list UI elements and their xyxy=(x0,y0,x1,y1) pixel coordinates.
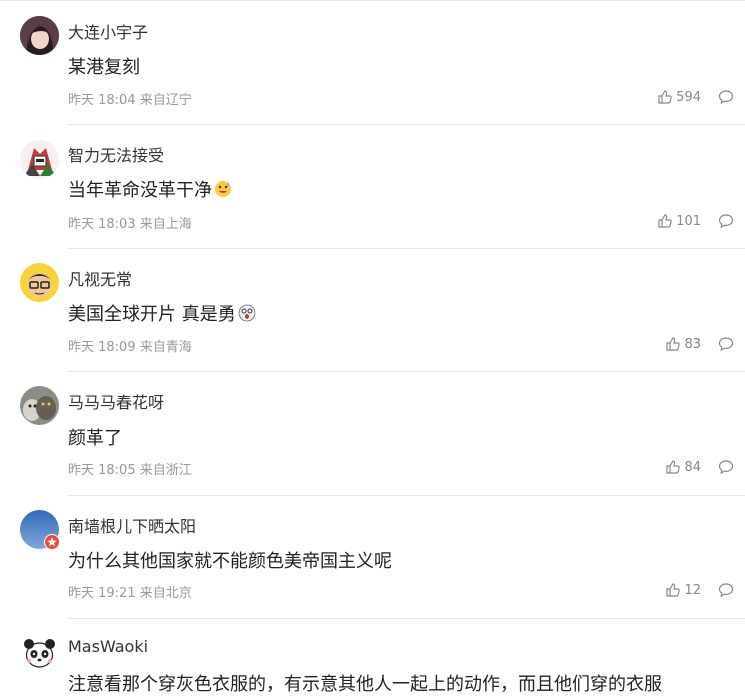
thumbs-up-icon xyxy=(658,214,672,228)
divider xyxy=(68,248,745,249)
comment-meta: 昨天 18:04 来自辽宁 xyxy=(68,93,192,108)
comment-text: 美国全球开片 真是勇 xyxy=(68,300,257,328)
like-count: 12 xyxy=(684,582,701,598)
glasses-cartoon-avatar-icon xyxy=(20,263,59,302)
comment-meta: 昨天 19:21 来自北京 xyxy=(68,586,192,601)
divider xyxy=(68,495,745,496)
comment-meta: 昨天 18:09 来自青海 xyxy=(68,340,192,355)
anime-girl-avatar-icon xyxy=(20,16,59,55)
panda-cartoon-avatar-icon xyxy=(20,633,59,672)
avatar[interactable] xyxy=(20,263,59,302)
thumbs-up-icon xyxy=(666,337,681,351)
username[interactable]: 凡视无常 xyxy=(68,266,132,290)
thumbs-up-icon xyxy=(666,583,681,597)
divider xyxy=(68,371,745,372)
username[interactable]: MasWaoki xyxy=(68,637,148,656)
comment-text: 为什么其他国家就不能颜色美帝国主义呢 xyxy=(68,551,392,572)
comment-text: 颜革了 xyxy=(68,428,122,449)
divider xyxy=(68,618,745,619)
shocked-cartoon-emoji-icon xyxy=(237,303,257,328)
reply-bubble-icon[interactable] xyxy=(718,336,734,352)
gundam-robot-avatar-icon xyxy=(20,140,59,179)
like-button[interactable]: 594 xyxy=(657,89,701,105)
avatar[interactable] xyxy=(20,386,59,425)
username[interactable]: 马马马春花呀 xyxy=(68,389,164,413)
like-count: 83 xyxy=(684,336,701,352)
comment-text: 注意看那个穿灰色衣服的，有示意其他人一起上的动作，而且他们穿的衣服 xyxy=(68,674,662,695)
avatar[interactable] xyxy=(20,510,60,550)
cats-photo-avatar-icon xyxy=(20,386,59,425)
avatar[interactable] xyxy=(20,633,59,672)
thumbs-up-icon xyxy=(658,90,672,104)
reply-bubble-icon[interactable] xyxy=(718,89,734,105)
username[interactable]: 南墙根儿下晒太阳 xyxy=(68,513,196,537)
reply-bubble-icon[interactable] xyxy=(718,459,734,475)
comment-text: 某港复刻 xyxy=(68,57,140,78)
divider xyxy=(68,124,745,125)
like-button[interactable]: 83 xyxy=(665,336,701,352)
like-button[interactable]: 12 xyxy=(665,582,701,598)
like-button[interactable]: 84 xyxy=(665,459,701,475)
comment-meta: 昨天 18:05 来自浙江 xyxy=(68,463,192,478)
like-count: 84 xyxy=(684,459,701,475)
like-count: 101 xyxy=(676,213,701,229)
comment-meta: 昨天 18:03 来自上海 xyxy=(68,217,192,232)
top-border xyxy=(0,0,745,1)
reply-bubble-icon[interactable] xyxy=(718,582,734,598)
sweat-smile-emoji-icon xyxy=(213,179,233,204)
username[interactable]: 大连小宇子 xyxy=(68,19,148,43)
like-button[interactable]: 101 xyxy=(657,213,701,229)
avatar[interactable] xyxy=(20,16,59,55)
avatar[interactable] xyxy=(20,140,59,179)
thumbs-up-icon xyxy=(666,460,681,474)
like-count: 594 xyxy=(676,89,701,105)
comment-text: 当年革命没革干净 xyxy=(68,176,233,204)
reply-bubble-icon[interactable] xyxy=(718,213,734,229)
red-star-badge-icon xyxy=(44,534,60,550)
username[interactable]: 智力无法接受 xyxy=(68,142,164,166)
